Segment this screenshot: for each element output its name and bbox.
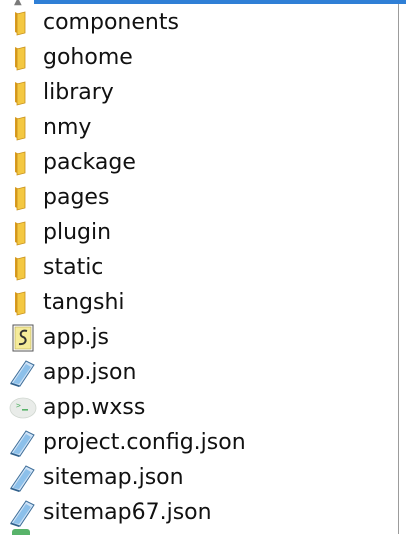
list-item[interactable]: sitemap67.json (0, 495, 398, 530)
list-item[interactable]: nmy (0, 110, 398, 145)
list-item[interactable]: package (0, 145, 398, 180)
list-item[interactable]: app.json (0, 355, 398, 390)
js-file-icon (8, 324, 38, 352)
folder-icon (8, 79, 38, 107)
file-name: app.json (43, 360, 137, 385)
folder-icon (8, 254, 38, 282)
folder-icon (8, 9, 38, 37)
list-item[interactable]: pages (0, 180, 398, 215)
folder-icon (8, 289, 38, 317)
list-item[interactable]: tangshi (0, 285, 398, 320)
list-item[interactable]: plugin (0, 215, 398, 250)
partial-list-item-icon (12, 529, 30, 535)
list-item[interactable]: components (0, 5, 398, 40)
list-item[interactable]: library (0, 75, 398, 110)
file-name: library (43, 80, 114, 105)
file-name: sitemap67.json (43, 500, 212, 525)
folder-icon (8, 149, 38, 177)
folder-icon (8, 219, 38, 247)
list-item[interactable]: > app.wxss (0, 390, 398, 425)
list-item[interactable]: static (0, 250, 398, 285)
list-item[interactable]: project.config.json (0, 425, 398, 460)
list-item[interactable]: sitemap.json (0, 460, 398, 495)
list-item[interactable]: app.js (0, 320, 398, 355)
file-name: sitemap.json (43, 465, 184, 490)
file-name: components (43, 10, 179, 35)
file-name: app.js (43, 325, 109, 350)
json-file-icon (8, 429, 38, 457)
file-name: app.wxss (43, 395, 146, 420)
folder-icon (8, 44, 38, 72)
file-name: gohome (43, 45, 133, 70)
json-file-icon (8, 359, 38, 387)
file-name: project.config.json (43, 430, 246, 455)
file-name: tangshi (43, 290, 125, 315)
file-name: static (43, 255, 104, 280)
file-name: plugin (43, 220, 112, 245)
json-file-icon (8, 499, 38, 527)
header-accent-bar (34, 0, 406, 4)
folder-icon (8, 114, 38, 142)
file-name: nmy (43, 115, 92, 140)
folder-icon (8, 184, 38, 212)
wxss-file-icon: > (8, 394, 38, 422)
column-divider[interactable] (398, 4, 399, 534)
svg-text:>: > (16, 401, 21, 410)
list-item[interactable]: gohome (0, 40, 398, 75)
file-list: components gohome library nmy package pa… (0, 5, 398, 530)
json-file-icon (8, 464, 38, 492)
file-name: pages (43, 185, 110, 210)
file-name: package (43, 150, 136, 175)
